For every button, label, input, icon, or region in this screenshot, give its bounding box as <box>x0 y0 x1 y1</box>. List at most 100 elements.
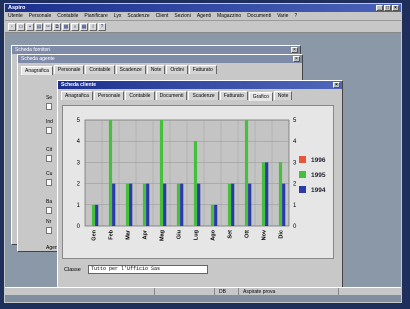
bar-1995-Giu <box>176 183 181 226</box>
bar-1995-Mag <box>159 120 164 226</box>
x-tick-label: Lug <box>194 230 200 240</box>
y-tick-label-right: 3 <box>293 160 297 166</box>
agente-field-label: Ba <box>46 199 53 205</box>
bar-1995-Feb <box>108 120 113 226</box>
tab-ordini[interactable]: Ordini <box>166 65 188 74</box>
new-icon[interactable]: ▫ <box>8 23 16 31</box>
x-tick-label: Dic <box>279 230 285 239</box>
agente-field-input[interactable] <box>46 179 52 186</box>
search-icon[interactable]: ⌕ <box>71 23 79 31</box>
agente-field-input[interactable] <box>46 155 52 162</box>
save-icon[interactable]: ▪ <box>26 23 34 31</box>
close-icon[interactable]: × <box>333 82 340 88</box>
window-cliente[interactable]: Scheda cliente × Anagrafica Personale Cont… <box>57 80 343 288</box>
bar-1995-Lug <box>193 141 198 226</box>
menu-item-7[interactable]: Sezioni <box>174 12 190 20</box>
window-fornitori-titlebar[interactable]: Scheda fornitori × <box>12 46 300 54</box>
agente-field-label: Cit <box>46 147 53 153</box>
legend-label-1995: 1995 <box>311 172 326 179</box>
calc-icon[interactable]: ▦ <box>80 23 88 31</box>
bar-1994-Gen <box>95 204 99 226</box>
menu-item-10[interactable]: Documenti <box>247 12 271 20</box>
bar-1995-Mar <box>125 183 130 226</box>
info-icon[interactable]: i <box>89 23 97 31</box>
x-tick-label: Mar <box>126 229 132 240</box>
app-titlebar[interactable]: Aspiro _ □ × <box>5 4 401 12</box>
statusbar: DB Aspirate prova <box>5 287 401 295</box>
x-tick-label: Nov <box>262 229 268 240</box>
paste-icon[interactable]: ▦ <box>62 23 70 31</box>
bar-1994-Mag <box>163 183 167 226</box>
toolbar: ▫ ▭ ▪ ▤ ✂ ⧉ ▦ ⌕ ▦ i? <box>5 21 401 33</box>
y-tick-label-right: 4 <box>293 139 297 145</box>
agente-field-input[interactable] <box>46 207 52 214</box>
tab-note[interactable]: Note <box>146 65 166 74</box>
help-icon[interactable]: ? <box>98 23 106 31</box>
menu-item-3[interactable]: Pianificare <box>84 12 107 20</box>
tab-documenti[interactable]: Documenti <box>155 91 188 100</box>
close-icon[interactable]: × <box>392 5 399 11</box>
maximize-icon[interactable]: □ <box>384 5 391 11</box>
menu-item-8[interactable]: Agenti <box>197 12 211 20</box>
menu-item-4[interactable]: Lyx <box>114 12 122 20</box>
tab-grafico[interactable]: Grafico <box>248 92 273 101</box>
tab-fatturato[interactable]: Fatturato <box>219 91 248 100</box>
mdi-area: Scheda fornitori × Scheda agente × Anagr… <box>5 33 401 295</box>
window-agente-title: Scheda agente <box>21 56 55 62</box>
menu-item-2[interactable]: Contabile <box>57 12 78 20</box>
agente-tabs: Anagrafica Personale Contabile Scadenze Note… <box>18 63 302 75</box>
legend-label-1996: 1996 <box>311 157 326 164</box>
cut-icon[interactable]: ✂ <box>44 23 52 31</box>
classe-input[interactable]: Tutto per l'Ufficio Sas <box>88 265 208 274</box>
cliente-tabs: Anagrafica Personale Contabile Documenti Sca… <box>58 89 342 101</box>
agente-field-input[interactable] <box>46 127 52 134</box>
window-cliente-titlebar[interactable]: Scheda cliente × <box>58 81 342 89</box>
tab-contabile[interactable]: Contabile <box>85 65 115 74</box>
app-window: Aspiro _ □ × Utente Personale Contabile Pia… <box>4 3 402 303</box>
close-icon[interactable]: × <box>291 47 298 53</box>
y-tick-label-left: 5 <box>77 118 81 124</box>
bar-1994-Apr <box>146 183 150 226</box>
tab-note[interactable]: Note <box>273 91 293 100</box>
minimize-icon[interactable]: _ <box>376 5 383 11</box>
app-window-buttons: _ □ × <box>376 5 399 11</box>
legend-label-1994: 1994 <box>311 187 326 194</box>
window-cliente-title: Scheda cliente <box>61 82 97 88</box>
y-tick-label-left: 4 <box>77 139 81 145</box>
tab-anagrafica[interactable]: Anagrafica <box>61 91 93 100</box>
menu-item-0[interactable]: Utente <box>8 12 23 20</box>
menubar: Utente Personale Contabile Pianificare Lyx Sc… <box>5 12 401 21</box>
tab-personale[interactable]: Personale <box>53 65 85 74</box>
copy-icon[interactable]: ⧉ <box>53 23 61 31</box>
print-icon[interactable]: ▤ <box>35 23 43 31</box>
agente-field-input[interactable] <box>46 103 52 110</box>
agente-field-label: Nr <box>46 219 52 225</box>
open-icon[interactable]: ▭ <box>17 23 25 31</box>
menu-item-6[interactable]: Client <box>156 12 169 20</box>
menu-item-1[interactable]: Personale <box>29 12 52 20</box>
tab-contabile[interactable]: Contabile <box>125 91 155 100</box>
menu-item-9[interactable]: Magazzino <box>217 12 241 20</box>
tab-personale[interactable]: Personale <box>93 91 125 100</box>
tab-scadenze[interactable]: Scadenze <box>188 91 219 100</box>
x-tick-label: Mag <box>160 230 166 241</box>
menu-item-11[interactable]: Varie <box>277 12 288 20</box>
y-tick-label-left: 0 <box>77 224 81 230</box>
close-icon[interactable]: × <box>293 56 300 62</box>
app-title: Aspiro <box>8 5 26 11</box>
window-agente-titlebar[interactable]: Scheda agente × <box>18 55 302 63</box>
tab-fatturato[interactable]: Fatturato <box>188 65 217 74</box>
tab-scadenze[interactable]: Scadenze <box>115 65 146 74</box>
menu-item-5[interactable]: Scadenze <box>127 12 149 20</box>
bar-1994-Giu <box>180 183 184 226</box>
agente-field-label: Ind <box>46 119 53 125</box>
bar-1994-Set <box>231 183 235 226</box>
menu-item-12[interactable]: ? <box>294 12 297 20</box>
y-tick-label-right: 1 <box>293 203 297 209</box>
tab-anagrafica[interactable]: Anagrafica <box>21 66 53 75</box>
status-cell-2: DB <box>215 288 239 295</box>
agente-field-input[interactable] <box>46 227 52 234</box>
bar-1994-Lug <box>197 183 201 226</box>
bar-1994-Nov <box>265 162 269 226</box>
y-tick-label-right: 0 <box>293 224 297 230</box>
